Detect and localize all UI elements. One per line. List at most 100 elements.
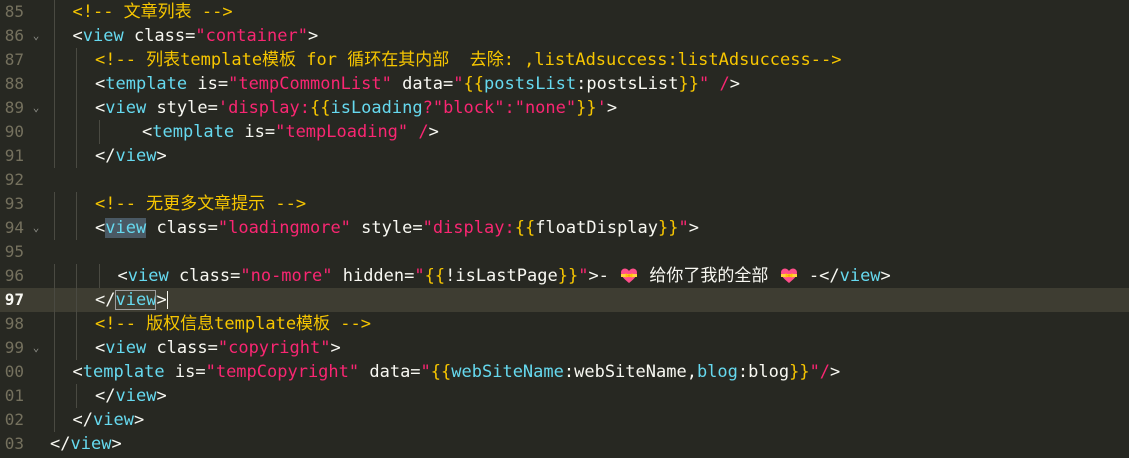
- line-number: 86: [4, 26, 24, 45]
- indent-guide: [54, 360, 55, 384]
- code-editor[interactable]: 85 <!-- 文章列表 --> 86 ⌄ <view class="container…: [0, 0, 1129, 458]
- token-str: 'display:: [217, 98, 310, 118]
- code-line[interactable]: 94 ⌄ <view class="loadingmore" style="disp…: [0, 216, 1129, 240]
- token-str: "no-more": [240, 266, 333, 286]
- token-pun: [408, 122, 418, 142]
- code-line[interactable]: 95: [0, 240, 1129, 264]
- code-line[interactable]: 89 ⌄ <view style='display:{{isLoading?"blo…: [0, 96, 1129, 120]
- line-number: 90: [4, 122, 24, 141]
- line-gutter: 96: [0, 264, 44, 288]
- fold-chevron-icon[interactable]: ⌄: [31, 216, 41, 240]
- token-str: ": [420, 362, 431, 382]
- indent-guide: [54, 0, 55, 24]
- indent-guide: [54, 96, 55, 120]
- line-number: 87: [4, 50, 24, 69]
- token-pun: >: [606, 98, 618, 118]
- token-str: ": [414, 266, 425, 286]
- token-txt: :webSiteName,: [563, 362, 697, 382]
- code-text: <template is="tempCommonList" data="{{po…: [95, 72, 740, 96]
- code-line[interactable]: 86 ⌄ <view class="container">: [0, 24, 1129, 48]
- code-line[interactable]: 03 </view>: [0, 432, 1129, 456]
- line-gutter: 93: [0, 192, 44, 216]
- line-gutter: 92: [0, 168, 44, 192]
- line-number: 00: [4, 362, 24, 381]
- token-str: /: [418, 122, 429, 142]
- token-tag: blog: [696, 362, 738, 382]
- line-gutter: 02: [0, 408, 44, 432]
- code-line[interactable]: 91 </view>: [0, 144, 1129, 168]
- token-pun: >: [156, 146, 167, 166]
- code-line[interactable]: 93 <!-- 无更多文章提示 -->: [0, 192, 1129, 216]
- indent-guide: [54, 48, 55, 72]
- fold-chevron-icon[interactable]: ⌄: [31, 96, 41, 120]
- code-line[interactable]: 99 ⌄ <view class="copyright">: [0, 336, 1129, 360]
- token-tag: webSiteName: [451, 362, 564, 382]
- token-tag: view: [82, 26, 124, 46]
- token-tag: view: [105, 338, 147, 358]
- code-line[interactable]: 85 <!-- 文章列表 -->: [0, 0, 1129, 24]
- indent-guide: [76, 192, 77, 216]
- indent-guide: [54, 72, 55, 96]
- line-number: 91: [4, 146, 24, 165]
- code-line[interactable]: 96 <view class="no-more" hidden="{{!isLas…: [0, 264, 1129, 288]
- fold-chevron-icon[interactable]: ⌄: [31, 24, 41, 48]
- code-line[interactable]: 97 </view>: [0, 288, 1129, 312]
- code-text: <template is="tempLoading" />: [142, 120, 439, 144]
- indent-guide: [76, 120, 77, 144]
- code-line[interactable]: 01 </view>: [0, 384, 1129, 408]
- code-line[interactable]: 02 </view>: [0, 408, 1129, 432]
- token-tag: template: [152, 122, 235, 142]
- line-number: 03: [4, 434, 24, 453]
- code-line[interactable]: 00 <template is="tempCopyright" data="{{w…: [0, 360, 1129, 384]
- indent-guide: [76, 72, 77, 96]
- token-str: "tempCopyright": [205, 362, 360, 382]
- line-number: 02: [4, 410, 24, 429]
- token-attr: is=: [164, 362, 206, 382]
- token-attr: style=: [350, 218, 423, 238]
- indent-guide: [76, 312, 77, 336]
- token-str: "/: [809, 362, 831, 382]
- code-text: <!-- 文章列表 -->: [73, 0, 233, 24]
- token-br: }}: [658, 218, 679, 238]
- indent-guide: [76, 336, 77, 360]
- code-line[interactable]: 88 <template is="tempCommonList" data="{{…: [0, 72, 1129, 96]
- token-attr: is=: [234, 122, 276, 142]
- token-cmt: <!-- 列表template模板 for 循环在其内部 去除: ,listAd…: [95, 50, 842, 70]
- indent-guide: [54, 336, 55, 360]
- token-txt: !isLastPage: [445, 266, 558, 286]
- token-str: "tempLoading": [275, 122, 409, 142]
- code-line[interactable]: 87 <!-- 列表template模板 for 循环在其内部 去除: ,list…: [0, 48, 1129, 72]
- code-line[interactable]: 92: [0, 168, 1129, 192]
- line-number: 96: [4, 266, 24, 285]
- fold-chevron-icon[interactable]: ⌄: [31, 336, 41, 360]
- indent-guide: [76, 288, 77, 312]
- code-text: </view>: [95, 288, 168, 312]
- token-pun: </: [95, 146, 116, 166]
- indent-guide: [76, 264, 77, 288]
- code-text: </view>: [95, 384, 167, 408]
- code-line[interactable]: 90 <template is="tempLoading" />: [0, 120, 1129, 144]
- token-br: {{: [463, 74, 485, 94]
- indent-guide: [76, 144, 77, 168]
- line-number: 99: [4, 338, 24, 357]
- token-pun: >: [156, 386, 167, 406]
- token-str: "tempCommonList": [228, 74, 392, 94]
- token-tag: view: [115, 386, 157, 406]
- code-text: </view>: [73, 408, 145, 432]
- line-number: 92: [4, 170, 24, 189]
- token-txt: :blog: [737, 362, 790, 382]
- line-number: 89: [4, 98, 24, 117]
- token-tag: view: [127, 266, 169, 286]
- token-pun: >: [156, 290, 167, 310]
- code-line[interactable]: 98 <!-- 版权信息template模板 -->: [0, 312, 1129, 336]
- token-box: view: [115, 290, 157, 310]
- token-pun: >: [830, 362, 841, 382]
- token-attr: is=: [187, 74, 229, 94]
- line-gutter: 97: [0, 288, 44, 312]
- token-pun: <: [72, 362, 83, 382]
- token-pun: </: [95, 386, 116, 406]
- line-gutter: 98: [0, 312, 44, 336]
- indent-guide: [76, 48, 77, 72]
- code-text: <view class="loadingmore" style="display…: [95, 216, 699, 240]
- token-pun: <: [95, 98, 106, 118]
